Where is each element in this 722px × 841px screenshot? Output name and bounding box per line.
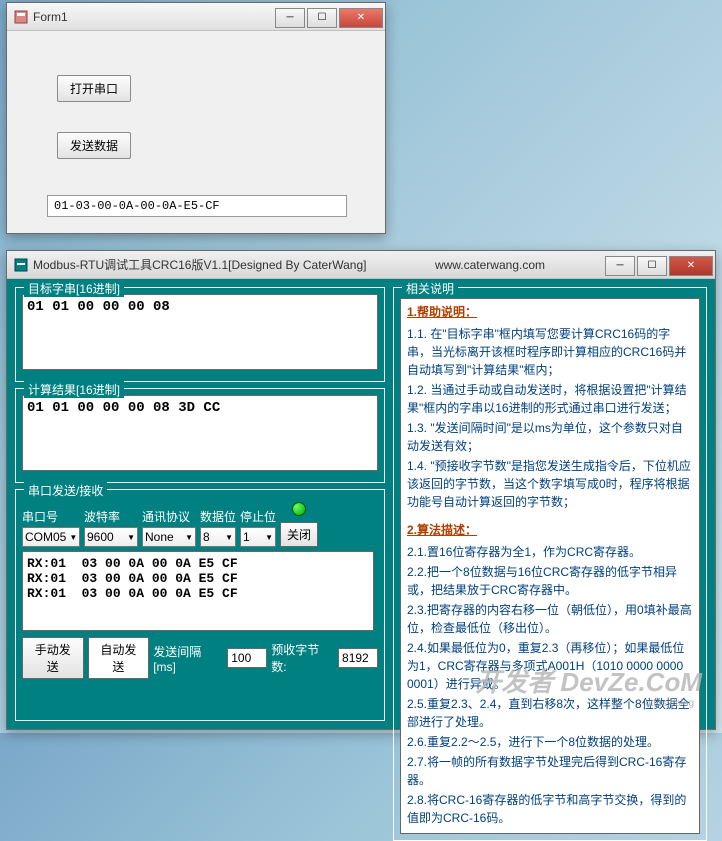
chevron-down-icon: ▼ [185,533,193,542]
minimize-button[interactable]: ─ [605,256,635,276]
chevron-down-icon: ▼ [225,533,233,542]
modbus-title: Modbus-RTU调试工具CRC16版V1.1[Designed By Cat… [33,256,435,273]
result-legend: 计算结果[16进制] [24,381,124,398]
result-fieldset: 计算结果[16进制] 01 01 00 00 00 08 3D CC [15,388,385,483]
form1-window: Form1 ─ ☐ ✕ 打开串口 发送数据 [6,2,386,234]
maximize-button[interactable]: ☐ [307,8,337,28]
algo-line: 2.2.把一个8位数据与16位CRC寄存器的低字节相异或，把结果放于CRC寄存器… [407,563,693,599]
algo-line: 2.4.如果最低位为0，重复2.3（再移位）；如果最低位为1，CRC寄存器与多项… [407,639,693,693]
modbus-window: Modbus-RTU调试工具CRC16版V1.1[Designed By Cat… [6,250,716,730]
stopbits-combo[interactable]: 1▼ [240,527,276,547]
serial-legend: 串口发送/接收 [24,482,107,499]
app-icon [13,9,29,25]
open-serial-button[interactable]: 打开串口 [57,75,131,102]
description-fieldset: 相关说明 1.帮助说明： 1.1. 在"目标字串"框内填写您要计算CRC16码的… [393,287,707,841]
algo-line: 2.8.将CRC-16寄存器的低字节和高字节交换，得到的值即为CRC-16码。 [407,791,693,827]
target-fieldset: 目标字串[16进制] 01 01 00 00 00 08 [15,287,385,382]
help-section-title: 1.帮助说明： [407,303,693,321]
algo-line: 2.3.把寄存器的内容右移一位（朝低位），用0填补最高位，检查最低位（移出位）。 [407,601,693,637]
app-icon [13,257,29,273]
port-combo[interactable]: COM05▼ [22,527,80,547]
maximize-button[interactable]: ☐ [637,256,667,276]
interval-input[interactable] [227,648,267,668]
manual-send-button[interactable]: 手动发送 [22,637,84,679]
baud-combo[interactable]: 9600▼ [84,527,138,547]
databits-combo[interactable]: 8▼ [200,527,236,547]
modbus-titlebar[interactable]: Modbus-RTU调试工具CRC16版V1.1[Designed By Cat… [7,251,715,279]
stopbits-label: 停止位 [240,508,276,525]
form1-body: 打开串口 发送数据 [7,31,385,233]
serial-fieldset: 串口发送/接收 串口号 COM05▼ 波特率 9600▼ 通讯协议 None▼ [15,489,385,721]
prebytes-label: 预收字节数: [271,641,334,675]
help-line: 1.2. 当通过手动或自动发送时，将根据设置把"计算结果"框内的字串以16进制的… [407,381,693,417]
algo-section-title: 2.算法描述： [407,521,693,539]
close-serial-button[interactable]: 关闭 [280,522,318,547]
modbus-url: www.caterwang.com [435,258,545,272]
target-legend: 目标字串[16进制] [24,280,124,297]
status-led-icon [292,502,306,516]
chevron-down-icon: ▼ [265,533,273,542]
output-field[interactable] [47,195,347,217]
modbus-body: 目标字串[16进制] 01 01 00 00 00 08 计算结果[16进制] … [7,279,715,729]
send-data-button[interactable]: 发送数据 [57,132,131,159]
result-textarea[interactable]: 01 01 00 00 00 08 3D CC [22,395,378,471]
databits-label: 数据位 [200,508,236,525]
target-textarea[interactable]: 01 01 00 00 00 08 [22,294,378,370]
algo-line: 2.1.置16位寄存器为全1，作为CRC寄存器。 [407,543,693,561]
prebytes-input[interactable] [338,648,378,668]
description-legend: 相关说明 [402,280,458,297]
minimize-button[interactable]: ─ [275,8,305,28]
auto-send-button[interactable]: 自动发送 [88,637,150,679]
chevron-down-icon: ▼ [127,533,135,542]
algo-line: 2.5.重复2.3、2.4，直到右移8次，这样整个8位数据全部进行了处理。 [407,695,693,731]
chevron-down-icon: ▼ [69,533,77,542]
interval-label: 发送间隔[ms] [153,643,223,674]
form1-title: Form1 [33,10,275,24]
description-text[interactable]: 1.帮助说明： 1.1. 在"目标字串"框内填写您要计算CRC16码的字串，当光… [400,298,700,834]
form1-titlebar[interactable]: Form1 ─ ☐ ✕ [7,3,385,31]
port-label: 串口号 [22,508,80,525]
close-button[interactable]: ✕ [669,256,713,276]
rx-log[interactable]: RX:01 03 00 0A 00 0A E5 CF RX:01 03 00 0… [22,551,374,631]
proto-combo[interactable]: None▼ [142,527,196,547]
algo-line: 2.7.将一帧的所有数据字节处理完后得到CRC-16寄存器。 [407,753,693,789]
help-line: 1.1. 在"目标字串"框内填写您要计算CRC16码的字串，当光标离开该框时程序… [407,325,693,379]
help-line: 1.4. "预接收字节数"是指您发送生成指令后，下位机应该返回的字节数，当这个数… [407,457,693,511]
help-line: 1.3. "发送间隔时间"是以ms为单位，这个参数只对自动发送有效； [407,419,693,455]
close-button[interactable]: ✕ [339,8,383,28]
baud-label: 波特率 [84,508,138,525]
proto-label: 通讯协议 [142,508,196,525]
algo-line: 2.6.重复2.2～2.5，进行下一个8位数据的处理。 [407,733,693,751]
